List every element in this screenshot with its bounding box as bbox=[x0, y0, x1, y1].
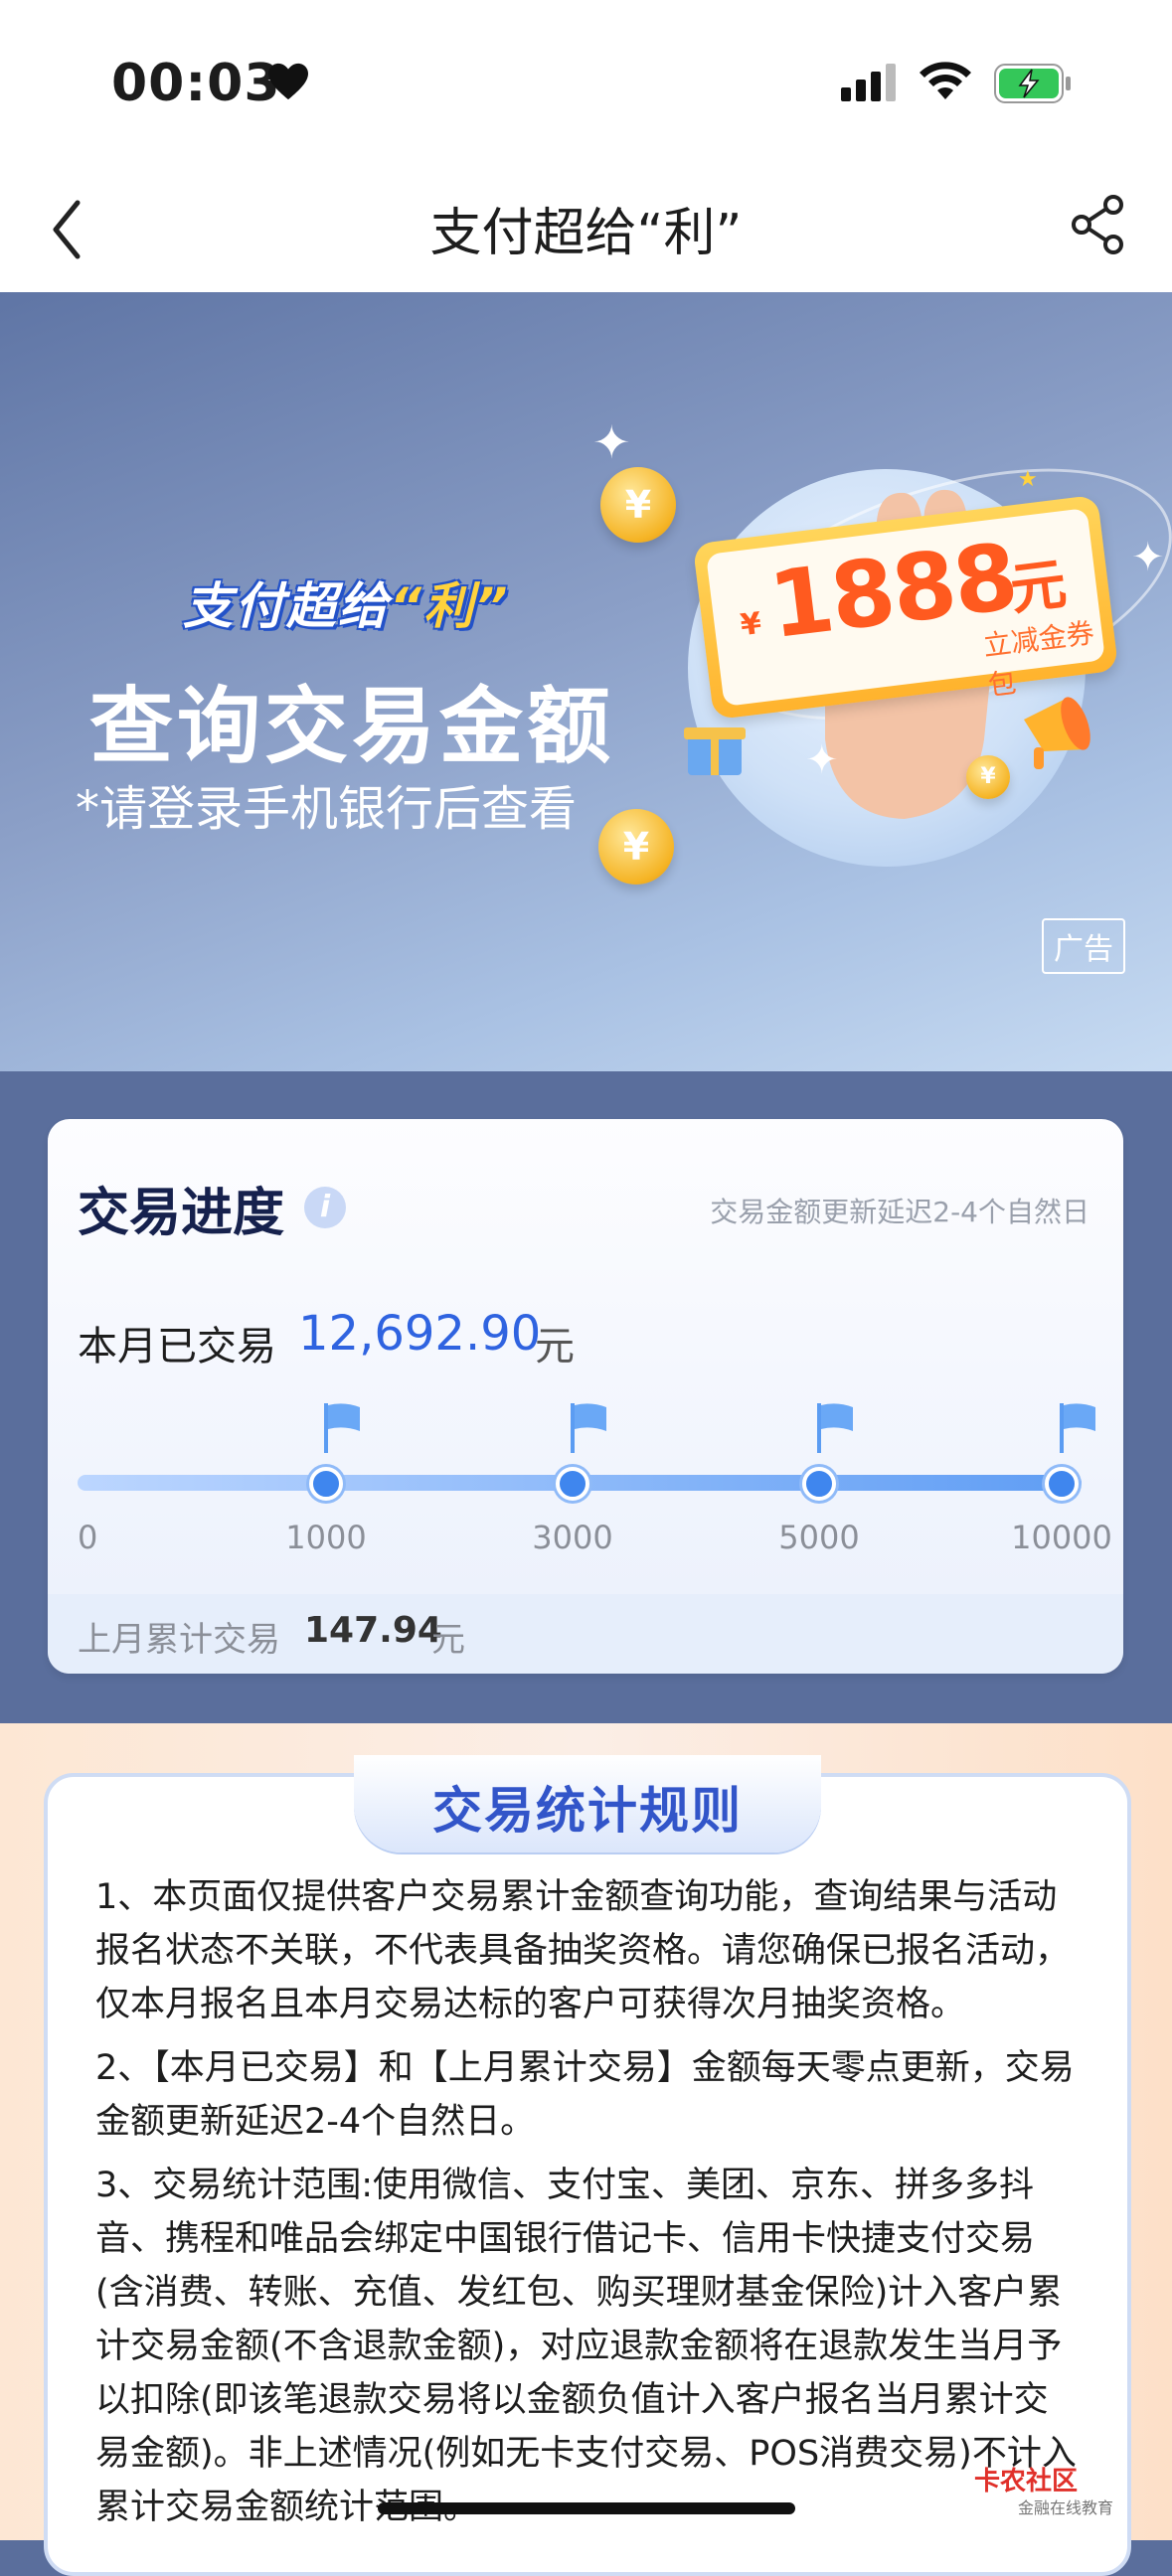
flag-icon bbox=[571, 1403, 606, 1453]
milestone-node bbox=[1045, 1467, 1079, 1501]
last-month-value: 147.94 bbox=[304, 1610, 442, 1651]
milestone-label: 3000 bbox=[532, 1519, 613, 1556]
info-icon[interactable]: i bbox=[304, 1187, 346, 1228]
last-month-label: 上月累计交易 bbox=[78, 1620, 280, 1660]
coupon-currency: ¥ bbox=[738, 605, 763, 644]
sparkle-icon: ✦ bbox=[592, 415, 631, 469]
watermark-subtitle: 金融在线教育 bbox=[1018, 2498, 1114, 2517]
milestone-label: 0 bbox=[78, 1519, 98, 1556]
promo-banner[interactable]: 支付超给“利” 查询交易金额 *请登录手机银行后查看 ¥ 1888 元 立减金券… bbox=[0, 292, 1172, 1071]
flag-icon bbox=[324, 1403, 360, 1453]
page-title: 支付超给“利” bbox=[429, 204, 743, 263]
banner-headline: 查询交易金额 bbox=[89, 678, 615, 775]
rules-title: 交易统计规则 bbox=[432, 1782, 743, 1840]
brand-text: 支付超给 bbox=[183, 577, 390, 635]
delay-note: 交易金额更新延迟2-4个自然日 bbox=[710, 1196, 1089, 1228]
milestone-node bbox=[802, 1467, 836, 1501]
last-month-unit: 元 bbox=[431, 1620, 465, 1660]
rule-item: 3、交易统计范围:使用微信、支付宝、美团、京东、拼多多抖音、携程和唯品会绑定中国… bbox=[95, 2166, 1077, 2527]
watermark-logo: 卡农社区 bbox=[974, 2467, 1079, 2496]
milestone-node bbox=[556, 1467, 589, 1501]
share-icon[interactable] bbox=[1070, 193, 1127, 256]
milestone-label: 10000 bbox=[1011, 1519, 1112, 1556]
rules-header: 交易统计规则 bbox=[354, 1755, 821, 1852]
milestone-node bbox=[309, 1467, 343, 1501]
rule-item: 2、【本月已交易】和【上月累计交易】金额每天零点更新，交易金额更新延迟2-4个自… bbox=[95, 2048, 1075, 2142]
nav-bar: 支付超给“利” bbox=[0, 169, 1172, 292]
status-bar: 00:03 bbox=[0, 0, 1172, 169]
last-month-bar: 上月累计交易 147.94 元 bbox=[48, 1594, 1123, 1674]
rules-list: 1、本页面仅提供客户交易累计金额查询功能，查询结果与活动报名状态不关联，不代表具… bbox=[95, 1870, 1080, 2544]
brand-accent-text: “利” bbox=[390, 577, 510, 635]
ad-tag: 广告 bbox=[1042, 918, 1125, 974]
coin-icon: ¥ bbox=[966, 755, 1010, 799]
milestone-label: 5000 bbox=[778, 1519, 860, 1556]
flag-icon bbox=[817, 1403, 853, 1453]
sparkle-icon: ✦ bbox=[1131, 535, 1165, 580]
megaphone-icon bbox=[1024, 697, 1090, 769]
progress-card: 交易进度 i 交易金额更新延迟2-4个自然日 本月已交易 12,692.90 元… bbox=[48, 1119, 1123, 1674]
flag-icon bbox=[1060, 1403, 1095, 1453]
battery-charging-icon bbox=[994, 64, 1071, 103]
month-value: 12,692.90 bbox=[298, 1306, 542, 1362]
progress-title: 交易进度 bbox=[78, 1184, 285, 1243]
home-indicator[interactable] bbox=[378, 2502, 795, 2514]
coin-icon: ¥ bbox=[598, 809, 674, 885]
cellular-signal-icon bbox=[841, 64, 896, 101]
brand-logo: 支付超给“利” bbox=[183, 566, 509, 638]
sparkle-icon: ✦ bbox=[805, 737, 839, 783]
heart-icon bbox=[268, 63, 308, 100]
month-unit: 元 bbox=[535, 1324, 575, 1369]
gift-icon bbox=[684, 727, 746, 775]
month-label: 本月已交易 bbox=[78, 1324, 276, 1369]
banner-subline: *请登录手机银行后查看 bbox=[76, 781, 578, 837]
status-time: 00:03 bbox=[111, 54, 281, 113]
coin-icon: ¥ bbox=[600, 467, 676, 543]
star-icon: ★ bbox=[1018, 467, 1038, 492]
milestone-label: 1000 bbox=[285, 1519, 367, 1556]
wifi-icon bbox=[920, 62, 971, 99]
coupon-unit: 元 bbox=[1006, 552, 1071, 623]
rule-item: 1、本页面仅提供客户交易累计金额查询功能，查询结果与活动报名状态不关联，不代表具… bbox=[95, 1877, 1071, 2024]
